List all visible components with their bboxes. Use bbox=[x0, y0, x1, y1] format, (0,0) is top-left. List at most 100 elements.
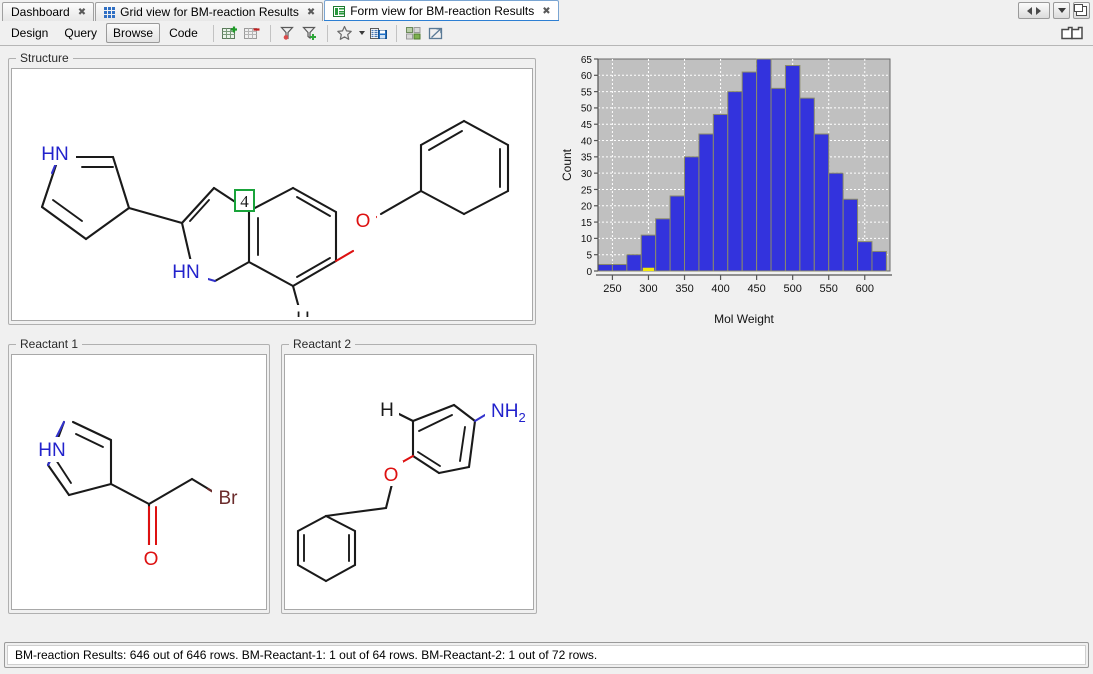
tab-dashboard[interactable]: Dashboard ✖ bbox=[2, 2, 94, 21]
tab-form-view[interactable]: Form view for BM-reaction Results ✖ bbox=[324, 0, 558, 21]
y-tick-label: 20 bbox=[581, 202, 593, 213]
favorites-dropdown-button[interactable] bbox=[356, 23, 368, 43]
structure-panel-title: Structure bbox=[16, 51, 73, 65]
filter-add-button[interactable] bbox=[299, 23, 321, 43]
reactant2-panel: Reactant 2 bbox=[281, 337, 537, 614]
button-label: Query bbox=[64, 26, 97, 40]
add-row-button[interactable] bbox=[220, 23, 242, 43]
atom-label-h: H bbox=[296, 309, 310, 317]
reactant1-canvas[interactable]: HN O Br bbox=[11, 354, 267, 610]
histogram-bar bbox=[814, 134, 828, 271]
histogram-svg: 0510152025303540455055606525030035040045… bbox=[560, 51, 900, 329]
reactant2-panel-title: Reactant 2 bbox=[289, 337, 355, 351]
export-icon bbox=[428, 26, 444, 41]
histogram-bar bbox=[612, 264, 626, 271]
chevron-down-icon bbox=[359, 31, 365, 35]
status-text: BM-reaction Results: 646 out of 646 rows… bbox=[7, 645, 1086, 665]
export-button[interactable] bbox=[425, 23, 447, 43]
y-tick-label: 35 bbox=[581, 153, 593, 164]
x-tick-label: 500 bbox=[783, 283, 801, 295]
restore-window-icon bbox=[1076, 6, 1087, 16]
histogram-bar-highlight bbox=[643, 268, 654, 271]
histogram-bar bbox=[670, 196, 684, 271]
mol-weight-histogram[interactable]: 0510152025303540455055606525030035040045… bbox=[560, 51, 900, 329]
y-tick-label: 45 bbox=[581, 120, 593, 131]
filter-remove-icon bbox=[280, 25, 296, 41]
button-label: Design bbox=[11, 26, 48, 40]
histogram-bar bbox=[757, 59, 771, 271]
tab-grid-view[interactable]: Grid view for BM-reaction Results ✖ bbox=[95, 2, 323, 21]
layout-grid-button[interactable] bbox=[403, 23, 425, 43]
y-tick-label: 30 bbox=[581, 169, 593, 180]
tab-label: Form view for BM-reaction Results bbox=[350, 4, 534, 18]
status-bar: BM-reaction Results: 646 out of 646 rows… bbox=[4, 642, 1089, 668]
atom-label-hn: HN bbox=[38, 440, 65, 461]
favorites-star-icon bbox=[336, 25, 353, 41]
tab-bar: Dashboard ✖ Grid view for BM-reaction Re… bbox=[0, 0, 1093, 22]
delete-row-icon bbox=[244, 26, 261, 41]
structure-canvas[interactable]: HN HN O H 4 bbox=[11, 68, 533, 321]
y-tick-label: 60 bbox=[581, 71, 593, 82]
atom-label-br: Br bbox=[219, 488, 239, 509]
histogram-bar bbox=[771, 88, 785, 271]
add-row-icon bbox=[222, 26, 239, 41]
reactant1-panel-title: Reactant 1 bbox=[16, 337, 82, 351]
reactant1-panel: Reactant 1 bbox=[8, 337, 270, 614]
histogram-bar bbox=[785, 66, 799, 271]
atom-label-o-ether: O bbox=[356, 211, 371, 232]
atom-index-label: 4 bbox=[240, 192, 249, 211]
histogram-bar bbox=[641, 235, 655, 271]
query-button[interactable]: Query bbox=[57, 23, 104, 43]
nh2-subscript: 2 bbox=[518, 410, 525, 425]
histogram-bar bbox=[858, 242, 872, 271]
filter-remove-button[interactable] bbox=[277, 23, 299, 43]
x-tick-label: 350 bbox=[675, 283, 693, 295]
close-icon[interactable]: ✖ bbox=[307, 7, 315, 18]
save-layout-icon bbox=[370, 26, 387, 41]
y-tick-label: 25 bbox=[581, 185, 593, 196]
y-tick-label: 0 bbox=[586, 267, 592, 278]
application-window: Dashboard ✖ Grid view for BM-reaction Re… bbox=[0, 0, 1093, 674]
save-layout-button[interactable] bbox=[368, 23, 390, 43]
form-icon bbox=[333, 6, 345, 17]
tab-list-dropdown-button[interactable] bbox=[1053, 2, 1070, 19]
y-tick-label: 5 bbox=[586, 250, 592, 261]
atom-label-o-ether: O bbox=[384, 465, 399, 486]
x-tick-label: 550 bbox=[820, 283, 838, 295]
close-icon[interactable]: ✖ bbox=[78, 7, 86, 18]
histogram-bar bbox=[713, 114, 727, 271]
button-label: Code bbox=[169, 26, 198, 40]
x-tick-label: 400 bbox=[711, 283, 729, 295]
y-tick-label: 40 bbox=[581, 136, 593, 147]
toolbar-separator bbox=[327, 25, 328, 42]
y-tick-label: 10 bbox=[581, 234, 593, 245]
reactant2-canvas[interactable]: H O NH2 bbox=[284, 354, 534, 610]
structure-panel: Structure bbox=[8, 51, 536, 325]
atom-label-hn-indole: HN bbox=[172, 262, 199, 283]
histogram-bar bbox=[872, 251, 886, 271]
main-toolbar: Design Query Browse Code bbox=[0, 21, 1093, 46]
code-button[interactable]: Code bbox=[162, 23, 205, 43]
histogram-bar bbox=[598, 264, 612, 271]
restore-window-button[interactable] bbox=[1073, 2, 1090, 19]
button-label: Browse bbox=[113, 26, 153, 40]
tab-label: Grid view for BM-reaction Results bbox=[120, 5, 299, 19]
chevron-down-icon bbox=[1058, 8, 1066, 13]
histogram-bar bbox=[685, 157, 699, 271]
chevron-right-icon[interactable] bbox=[1036, 7, 1041, 15]
close-icon[interactable]: ✖ bbox=[542, 6, 550, 17]
dual-panel-button[interactable] bbox=[1059, 23, 1085, 43]
x-tick-label: 250 bbox=[603, 283, 621, 295]
browse-button[interactable]: Browse bbox=[106, 23, 160, 43]
histogram-bar bbox=[627, 255, 641, 271]
tab-scroll-buttons[interactable] bbox=[1018, 2, 1050, 19]
design-button[interactable]: Design bbox=[4, 23, 55, 43]
toolbar-separator bbox=[213, 25, 214, 42]
delete-row-button[interactable] bbox=[242, 23, 264, 43]
favorites-button[interactable] bbox=[334, 23, 356, 43]
toolbar-right-group bbox=[1059, 23, 1085, 43]
histogram-bar bbox=[829, 173, 843, 271]
x-tick-label: 450 bbox=[747, 283, 765, 295]
chevron-left-icon[interactable] bbox=[1027, 7, 1032, 15]
histogram-bar bbox=[728, 92, 742, 271]
